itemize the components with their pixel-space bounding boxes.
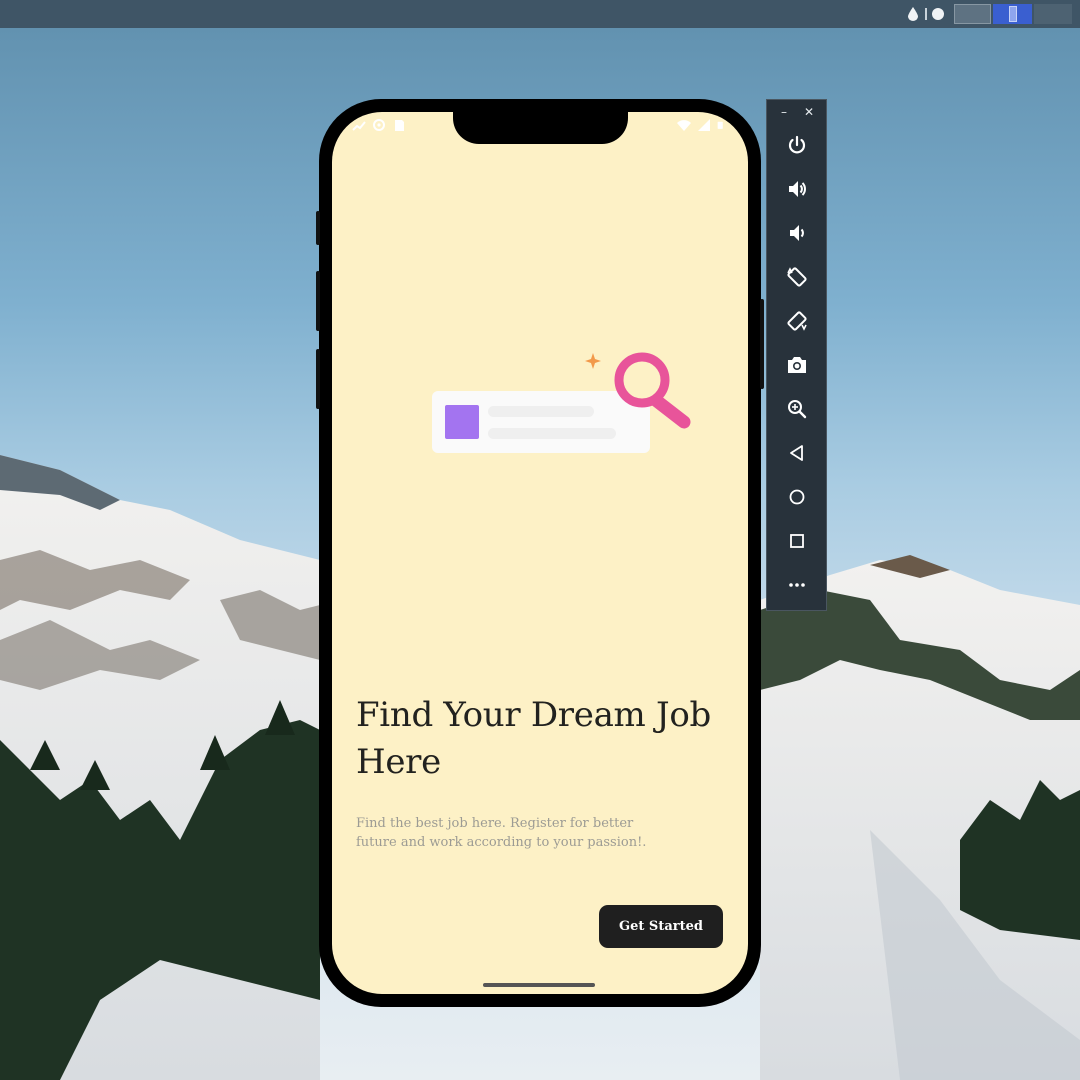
- volume-down-button[interactable]: [783, 219, 811, 247]
- overview-square-icon: [790, 534, 804, 548]
- cell-signal-icon: [698, 119, 710, 131]
- sparkle-icon: [585, 353, 601, 369]
- back-triangle-icon: [790, 445, 803, 461]
- rotate-left-icon: [787, 267, 807, 287]
- volume-up-button[interactable]: [783, 175, 811, 203]
- job-card-graphic: [432, 391, 650, 453]
- rotate-left-button[interactable]: [783, 263, 811, 291]
- phone-notch: [453, 112, 628, 144]
- workspace-2[interactable]: [993, 4, 1032, 24]
- phone-side-button-top: [316, 211, 320, 245]
- phone-screen: Find Your Dream Job Here Find the best j…: [332, 112, 748, 994]
- power-icon: [788, 135, 806, 154]
- more-dots-icon: [789, 583, 805, 587]
- zoom-in-icon: [788, 400, 807, 419]
- panel-close-button[interactable]: ✕: [802, 102, 816, 122]
- workspace-window-thumbnail: [1009, 6, 1017, 22]
- system-top-panel: [0, 0, 1080, 28]
- wifi-icon: [677, 120, 691, 131]
- home-button[interactable]: [783, 483, 811, 511]
- phone-frame: Find Your Dream Job Here Find the best j…: [316, 99, 764, 1007]
- rotate-right-icon: [787, 311, 807, 331]
- water-drop-icon[interactable]: [908, 7, 918, 21]
- tray-separator: [925, 8, 927, 20]
- status-bar-right: [677, 118, 726, 132]
- phone-power-key: [760, 299, 764, 389]
- zoom-button[interactable]: [783, 395, 811, 423]
- workspace-1[interactable]: [954, 4, 991, 24]
- phone-side-button-vol-down: [316, 349, 320, 409]
- rotate-right-button[interactable]: [783, 307, 811, 335]
- onboarding-headline: Find Your Dream Job Here: [356, 695, 711, 782]
- volume-down-icon: [790, 225, 804, 241]
- home-circle-icon: [789, 489, 805, 505]
- signal-icon: [352, 121, 366, 131]
- onboarding-description: Find the best job here. Register for bet…: [356, 816, 647, 850]
- phone-side-button-vol-up: [316, 271, 320, 331]
- camera-icon: [788, 357, 806, 373]
- emulator-control-panel: – ✕: [766, 99, 827, 611]
- more-button[interactable]: [783, 571, 811, 599]
- workspace-3[interactable]: [1034, 4, 1072, 24]
- panel-window-buttons: – ✕: [767, 102, 826, 122]
- home-indicator[interactable]: [483, 983, 595, 987]
- back-button[interactable]: [783, 439, 811, 467]
- get-started-button[interactable]: Get Started: [599, 905, 723, 948]
- screenshot-button[interactable]: [783, 351, 811, 379]
- panel-minimize-button[interactable]: –: [777, 102, 791, 122]
- settings-icon: [373, 119, 385, 131]
- overview-button[interactable]: [783, 527, 811, 555]
- job-search-illustration: [432, 352, 691, 453]
- job-card-thumbnail: [445, 405, 479, 439]
- status-dot-icon[interactable]: [932, 8, 944, 20]
- sd-card-icon: [395, 120, 404, 131]
- power-button[interactable]: [783, 131, 811, 159]
- volume-up-icon: [789, 181, 806, 197]
- status-bar-left: [352, 118, 406, 132]
- battery-icon: [717, 121, 723, 129]
